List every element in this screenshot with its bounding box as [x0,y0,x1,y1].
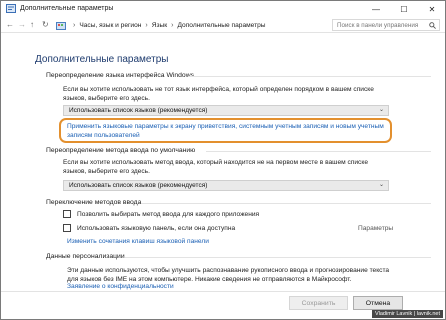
language-bar-params-link[interactable]: Параметры [358,225,393,232]
breadcrumb-item-language[interactable]: Язык [152,22,167,29]
ui-language-description: Если вы хотите использовать не тот язык … [63,86,374,102]
section-title-personalization: Данные персонализации [46,253,125,260]
forward-arrow-icon[interactable]: → [18,20,26,29]
control-panel-icon [56,21,66,30]
section-title-switching: Переключение методов ввода [46,199,142,206]
window: Дополнительные параметры — ☐ ✕ ← → ↑ ↻ ›… [0,0,446,320]
change-hotkeys-link[interactable]: Изменить сочетания клавиш языковой панел… [67,238,209,245]
back-arrow-icon[interactable]: ← [6,20,14,29]
section-title-input-method: Переопределение метода ввода по умолчани… [46,147,196,154]
close-button[interactable]: ✕ [418,1,445,17]
title-bar: Дополнительные параметры — ☐ ✕ [1,1,445,17]
section-title-ui-language: Переопределение языка интерфейса Windows [46,72,195,79]
language-settings-icon [6,4,16,13]
address-bar: ← → ↑ ↻ › Часы, язык и регион › Язык › Д… [1,17,445,33]
per-app-input-label: Позволить выбирать метод ввода для каждо… [77,210,260,218]
language-bar-label: Использовать языковую панель, если она д… [77,224,236,232]
watermark: Vladimir Lavnik | lavnik.net [371,310,443,318]
personalization-description: Эти данные используются, чтобы улучшить … [67,267,390,283]
input-method-dropdown[interactable]: Использовать список языков (рекомендуетс… [63,180,389,191]
up-arrow-icon[interactable]: ↑ [30,20,34,29]
section-divider [125,257,431,258]
breadcrumb-separator: › [73,22,76,29]
breadcrumb: › Часы, язык и регион › Язык › Дополните… [56,20,266,31]
ui-language-dropdown[interactable]: Использовать список языков (рекомендуетс… [63,105,389,116]
footer-divider [1,291,445,292]
per-app-input-checkbox[interactable] [63,210,71,218]
search-input[interactable]: Поиск в панели управления [332,19,440,31]
search-icon [429,22,436,29]
section-divider [206,151,431,152]
ui-language-dropdown-value: Использовать список языков (рекомендуетс… [69,107,208,114]
language-bar-checkbox-row[interactable]: Использовать языковую панель, если она д… [63,224,235,232]
breadcrumb-separator: › [171,22,174,29]
breadcrumb-separator: › [145,22,148,29]
input-method-dropdown-value: Использовать список языков (рекомендуетс… [69,182,208,189]
section-divider [188,76,431,77]
cancel-button[interactable]: Отмена [353,296,403,310]
chevron-down-icon: ⌄ [378,107,384,113]
breadcrumb-item-advanced-settings[interactable]: Дополнительные параметры [178,22,266,29]
minimize-button[interactable]: — [362,1,390,17]
per-app-input-checkbox-row[interactable]: Позволить выбирать метод ввода для каждо… [63,210,259,218]
breadcrumb-item-clock-language-region[interactable]: Часы, язык и регион [79,22,141,29]
refresh-icon[interactable]: ↻ [42,20,49,29]
apply-language-settings-link[interactable]: Применить языковые параметры к экрану пр… [67,122,387,140]
chevron-down-icon: ⌄ [378,182,384,188]
input-method-description: Если вы хотите использовать метод ввода,… [63,159,368,175]
save-button[interactable]: Сохранить [289,296,348,310]
privacy-statement-link[interactable]: Заявление о конфиденциальности [67,283,174,290]
window-title: Дополнительные параметры [20,5,114,12]
language-bar-checkbox[interactable] [63,224,71,232]
search-placeholder: Поиск в панели управления [337,22,419,29]
section-divider [141,203,431,204]
maximize-button[interactable]: ☐ [390,1,418,17]
page-title: Дополнительные параметры [35,54,169,65]
